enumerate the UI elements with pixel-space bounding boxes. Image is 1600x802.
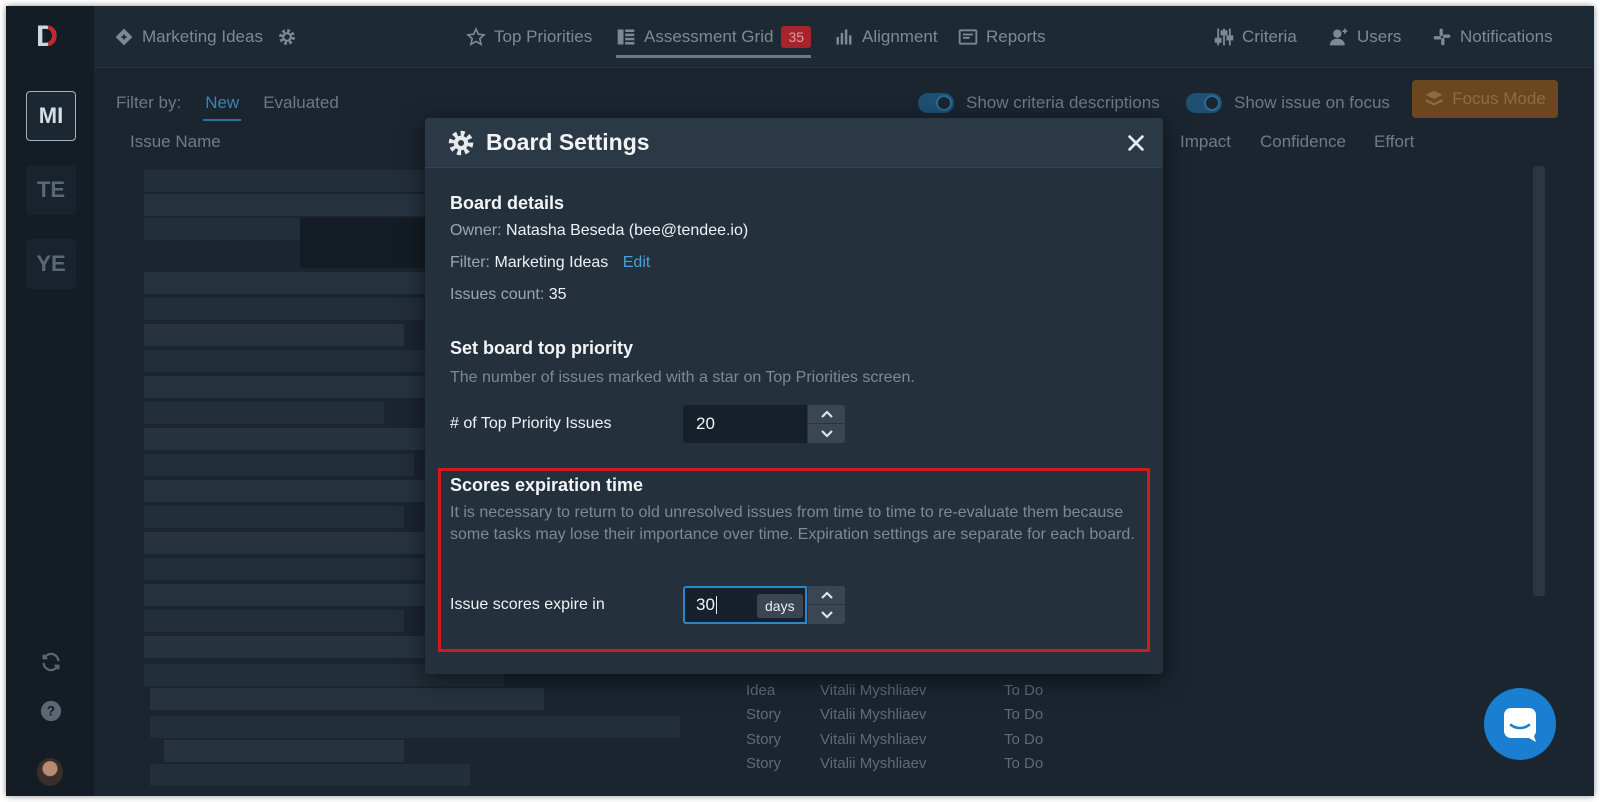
filter-evaluated-tab[interactable]: Evaluated	[263, 93, 339, 113]
row-type: Story	[746, 755, 782, 772]
grid-list-icon	[617, 29, 635, 45]
row-assignee: Vitalii Myshliaev	[820, 682, 927, 699]
grid-scrollbar[interactable]	[1533, 166, 1545, 596]
edit-filter-link[interactable]: Edit	[623, 254, 651, 271]
column-impact[interactable]: Impact	[1180, 132, 1231, 152]
expiration-highlight-box	[438, 468, 1150, 652]
top-priority-field-label: # of Top Priority Issues	[450, 415, 612, 432]
nav-alignment[interactable]: Alignment	[834, 6, 938, 68]
top-priority-description: The number of issues marked with a star …	[450, 369, 915, 386]
board-switch-mi[interactable]: MI	[26, 91, 76, 141]
filter-value: Marketing Ideas	[494, 254, 609, 271]
row-type: Idea	[746, 682, 776, 699]
star-icon	[466, 27, 486, 46]
owner-value: Natasha Beseda (bee@tendee.io)	[506, 222, 749, 239]
report-icon	[958, 29, 978, 45]
increment-button[interactable]	[808, 405, 846, 424]
top-priority-heading: Set board top priority	[450, 338, 634, 358]
help-icon[interactable]: ?	[40, 700, 62, 722]
top-navigation: Marketing Ideas Top Priorities Assessmen…	[94, 6, 1594, 68]
toggle-issue-on-focus[interactable]: Show issue on focus	[1186, 88, 1390, 118]
row-status: To Do	[1004, 755, 1044, 772]
row-status: To Do	[1004, 706, 1044, 723]
diamond-icon	[115, 28, 133, 46]
criteria-descriptions-switch[interactable]	[918, 93, 954, 113]
row-type: Story	[746, 731, 782, 748]
focus-mode-button[interactable]: Focus Mode	[1412, 80, 1558, 118]
nav-top-priorities[interactable]: Top Priorities	[466, 6, 592, 68]
issues-count-line: Issues count: 35	[450, 286, 567, 303]
chat-launcher-button[interactable]	[1484, 688, 1556, 760]
gear-icon	[448, 130, 474, 156]
add-user-icon	[1329, 28, 1348, 46]
sliders-icon	[1214, 28, 1234, 46]
top-priority-stepper[interactable]	[807, 405, 846, 443]
refresh-icon[interactable]	[40, 651, 62, 673]
bar-chart-icon	[836, 29, 852, 45]
dialog-header: Board Settings	[425, 118, 1163, 168]
dialog-title: Board Settings	[486, 129, 650, 155]
layers-icon	[1425, 90, 1443, 106]
board-switch-ye[interactable]: YE	[26, 239, 76, 289]
board-switch-te[interactable]: TE	[26, 165, 76, 215]
svg-text:?: ?	[47, 704, 55, 719]
filter-bar: Filter by: New Evaluated	[116, 88, 339, 121]
nav-assessment-grid[interactable]: Assessment Grid 35	[616, 6, 812, 68]
top-priority-input[interactable]: 20	[683, 405, 807, 443]
slack-icon	[1433, 28, 1451, 46]
app-window: D D MI TE YE ? Marketing Ideas Top Prior…	[6, 6, 1594, 796]
filter-line: Filter: Marketing Ideas Edit	[450, 254, 651, 271]
app-logo[interactable]: D D	[36, 20, 58, 54]
board-name[interactable]: Marketing Ideas	[114, 6, 297, 68]
nav-notifications[interactable]: Notifications	[1432, 6, 1553, 68]
chevron-down-icon	[821, 429, 833, 438]
filter-new-tab[interactable]: New	[203, 93, 242, 121]
row-assignee: Vitalii Myshliaev	[820, 706, 927, 723]
chat-icon	[1504, 708, 1536, 742]
issue-count-badge: 35	[781, 26, 812, 48]
filter-label: Filter by:	[116, 93, 182, 112]
left-rail: D D MI TE YE ?	[6, 6, 94, 796]
issues-count-value: 35	[548, 286, 567, 303]
active-tab-indicator	[616, 55, 812, 58]
board-details-heading: Board details	[450, 193, 565, 213]
chevron-up-icon	[821, 410, 833, 418]
column-effort[interactable]: Effort	[1374, 132, 1414, 152]
nav-reports[interactable]: Reports	[958, 6, 1046, 68]
toggle-criteria-descriptions[interactable]: Show criteria descriptions	[918, 88, 1160, 118]
close-icon[interactable]	[1125, 132, 1147, 154]
owner-line: Owner: Natasha Beseda (bee@tendee.io)	[450, 222, 749, 239]
row-status: To Do	[1004, 731, 1044, 748]
row-assignee: Vitalii Myshliaev	[820, 755, 927, 772]
row-status: To Do	[1004, 682, 1044, 699]
column-confidence[interactable]: Confidence	[1260, 132, 1346, 152]
issue-on-focus-switch[interactable]	[1186, 93, 1222, 113]
column-issue-name[interactable]: Issue Name	[130, 132, 221, 152]
nav-criteria[interactable]: Criteria	[1214, 6, 1297, 68]
decrement-button[interactable]	[808, 424, 846, 443]
row-type: Story	[746, 706, 782, 723]
nav-users[interactable]: Users	[1329, 6, 1401, 68]
user-avatar[interactable]	[37, 758, 63, 786]
row-assignee: Vitalii Myshliaev	[820, 731, 927, 748]
board-settings-gear-icon[interactable]	[277, 27, 297, 47]
